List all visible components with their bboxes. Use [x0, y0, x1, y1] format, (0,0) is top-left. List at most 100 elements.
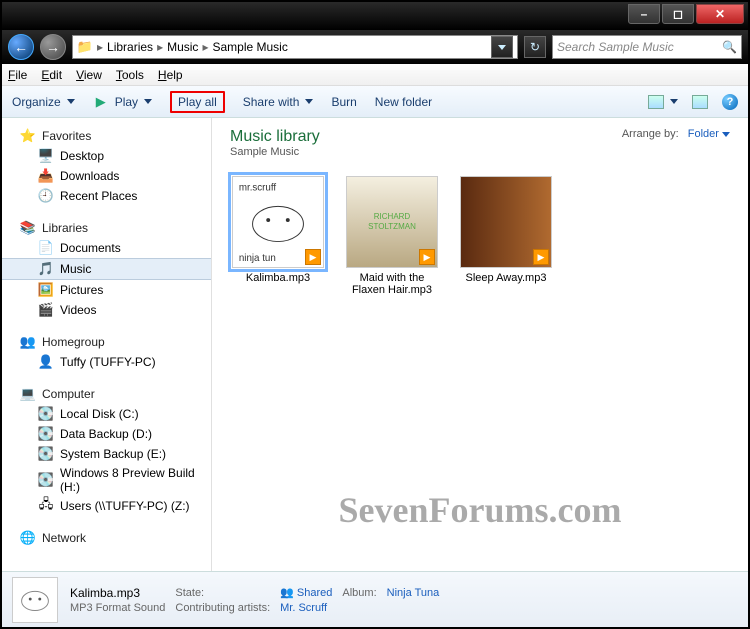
network-header[interactable]: 🌐Network: [2, 528, 211, 548]
user-icon: 👤: [38, 354, 54, 370]
close-button[interactable]: ✕: [696, 4, 744, 24]
view-icon: [648, 95, 664, 109]
breadcrumb-separator: ▸: [202, 40, 208, 54]
address-dropdown-button[interactable]: [491, 36, 513, 58]
back-button[interactable]: ←: [8, 34, 34, 60]
body: ⭐Favorites 🖥️Desktop 📥Downloads 🕘Recent …: [2, 118, 748, 571]
organize-button[interactable]: Organize: [12, 95, 75, 109]
menu-help[interactable]: Help: [158, 68, 183, 82]
details-thumbnail: [12, 577, 58, 623]
play-overlay-icon: ▶: [419, 249, 435, 265]
network-icon: 🌐: [20, 530, 36, 546]
sidebar-item-pictures[interactable]: 🖼️Pictures: [2, 280, 211, 300]
details-album-label: Album:: [342, 587, 376, 599]
details-filetype: MP3 Format Sound: [70, 602, 165, 614]
arrange-label: Arrange by:: [622, 128, 679, 140]
menu-tools[interactable]: Tools: [116, 68, 144, 82]
arrange-value[interactable]: Folder: [688, 128, 730, 140]
drive-icon: 💽: [38, 426, 54, 442]
command-bar: Organize ▶Play Play all Share with Burn …: [2, 86, 748, 118]
file-item[interactable]: mr.scruffninja tun ▶ Kalimba.mp3: [230, 176, 326, 284]
details-filename: Kalimba.mp3: [70, 586, 165, 600]
downloads-icon: 📥: [38, 168, 54, 184]
file-thumbnail: ▶: [460, 176, 552, 268]
details-album-value[interactable]: Ninja Tuna: [387, 587, 440, 599]
computer-icon: 💻: [20, 386, 36, 402]
menu-bar: File Edit View Tools Help: [2, 64, 748, 86]
breadcrumb-item[interactable]: Libraries: [107, 40, 153, 54]
forward-button[interactable]: →: [40, 34, 66, 60]
address-bar[interactable]: 📁 ▸ Libraries ▸ Music ▸ Sample Music: [72, 35, 518, 59]
sidebar-item-videos[interactable]: 🎬Videos: [2, 300, 211, 320]
help-button[interactable]: ?: [722, 94, 738, 110]
drive-icon: 💽: [38, 472, 54, 488]
pane-icon: [692, 95, 708, 109]
play-all-button[interactable]: Play all: [170, 91, 225, 113]
library-title: Music library: [230, 128, 320, 146]
favorites-header[interactable]: ⭐Favorites: [2, 126, 211, 146]
network-drive-icon: 🖧: [38, 498, 54, 514]
computer-header[interactable]: 💻Computer: [2, 384, 211, 404]
details-artists-value[interactable]: Mr. Scruff: [280, 602, 332, 614]
libraries-icon: 📚: [20, 220, 36, 236]
desktop-icon: 🖥️: [38, 148, 54, 164]
sidebar-item-drive-h[interactable]: 💽Windows 8 Preview Build (H:): [2, 464, 211, 496]
libraries-header[interactable]: 📚Libraries: [2, 218, 211, 238]
details-state-value[interactable]: 👥 Shared: [280, 586, 332, 599]
arrange-by[interactable]: Arrange by: Folder: [622, 128, 730, 140]
burn-button[interactable]: Burn: [331, 95, 356, 109]
sidebar-item-recent[interactable]: 🕘Recent Places: [2, 186, 211, 206]
sidebar-item-homegroup-user[interactable]: 👤Tuffy (TUFFY-PC): [2, 352, 211, 372]
library-subtitle: Sample Music: [230, 146, 320, 158]
file-thumbnail: mr.scruffninja tun ▶: [232, 176, 324, 268]
maximize-button[interactable]: ◻: [662, 4, 694, 24]
recent-icon: 🕘: [38, 188, 54, 204]
sidebar-item-drive-e[interactable]: 💽System Backup (E:): [2, 444, 211, 464]
file-item[interactable]: RICHARDSTOLTZMAN ▶ Maid with the Flaxen …: [344, 176, 440, 296]
sidebar-item-drive-c[interactable]: 💽Local Disk (C:): [2, 404, 211, 424]
star-icon: ⭐: [20, 128, 36, 144]
breadcrumb-item[interactable]: Sample Music: [212, 40, 287, 54]
menu-edit[interactable]: Edit: [41, 68, 62, 82]
refresh-button[interactable]: ↻: [524, 36, 546, 58]
breadcrumb-separator: ▸: [97, 40, 103, 54]
details-state-label: State:: [175, 587, 270, 599]
sidebar-item-desktop[interactable]: 🖥️Desktop: [2, 146, 211, 166]
play-button[interactable]: ▶Play: [93, 94, 152, 110]
homegroup-header[interactable]: 👥Homegroup: [2, 332, 211, 352]
view-options-button[interactable]: [648, 95, 678, 109]
minimize-button[interactable]: –: [628, 4, 660, 24]
sidebar-item-drive-d[interactable]: 💽Data Backup (D:): [2, 424, 211, 444]
search-input[interactable]: Search Sample Music 🔍: [552, 35, 742, 59]
svg-text:ninja tun: ninja tun: [239, 253, 276, 264]
search-placeholder: Search Sample Music: [557, 40, 674, 54]
pictures-icon: 🖼️: [38, 282, 54, 298]
videos-icon: 🎬: [38, 302, 54, 318]
folder-icon: 📁: [77, 39, 93, 55]
menu-view[interactable]: View: [76, 68, 102, 82]
share-with-button[interactable]: Share with: [243, 95, 314, 109]
new-folder-button[interactable]: New folder: [375, 95, 432, 109]
file-name: Sleep Away.mp3: [458, 272, 554, 284]
sidebar-item-downloads[interactable]: 📥Downloads: [2, 166, 211, 186]
sidebar-item-documents[interactable]: 📄Documents: [2, 238, 211, 258]
menu-file[interactable]: File: [8, 68, 27, 82]
music-icon: 🎵: [38, 261, 54, 277]
file-name: Kalimba.mp3: [230, 272, 326, 284]
file-list: mr.scruff ninja tun ▶ Kalimba.mp3 RICHARD…: [230, 176, 730, 296]
breadcrumb-separator: ▸: [157, 40, 163, 54]
drive-icon: 💽: [38, 406, 54, 422]
explorer-window: – ◻ ✕ ← → 📁 ▸ Libraries ▸ Music ▸ Sample…: [0, 0, 750, 629]
watermark: SevenForums.com: [339, 489, 622, 531]
file-item[interactable]: ▶ Sleep Away.mp3: [458, 176, 554, 284]
play-icon: ▶: [93, 94, 109, 110]
homegroup-icon: 👥: [20, 334, 36, 350]
preview-pane-button[interactable]: [692, 95, 708, 109]
sidebar-item-music[interactable]: 🎵Music: [2, 258, 211, 280]
breadcrumb-item[interactable]: Music: [167, 40, 198, 54]
sidebar-item-drive-z[interactable]: 🖧Users (\\TUFFY-PC) (Z:): [2, 496, 211, 516]
details-artists-label: Contributing artists:: [175, 602, 270, 614]
navigation-pane: ⭐Favorites 🖥️Desktop 📥Downloads 🕘Recent …: [2, 118, 212, 571]
documents-icon: 📄: [38, 240, 54, 256]
svg-text:mr.scruff: mr.scruff: [239, 183, 277, 194]
